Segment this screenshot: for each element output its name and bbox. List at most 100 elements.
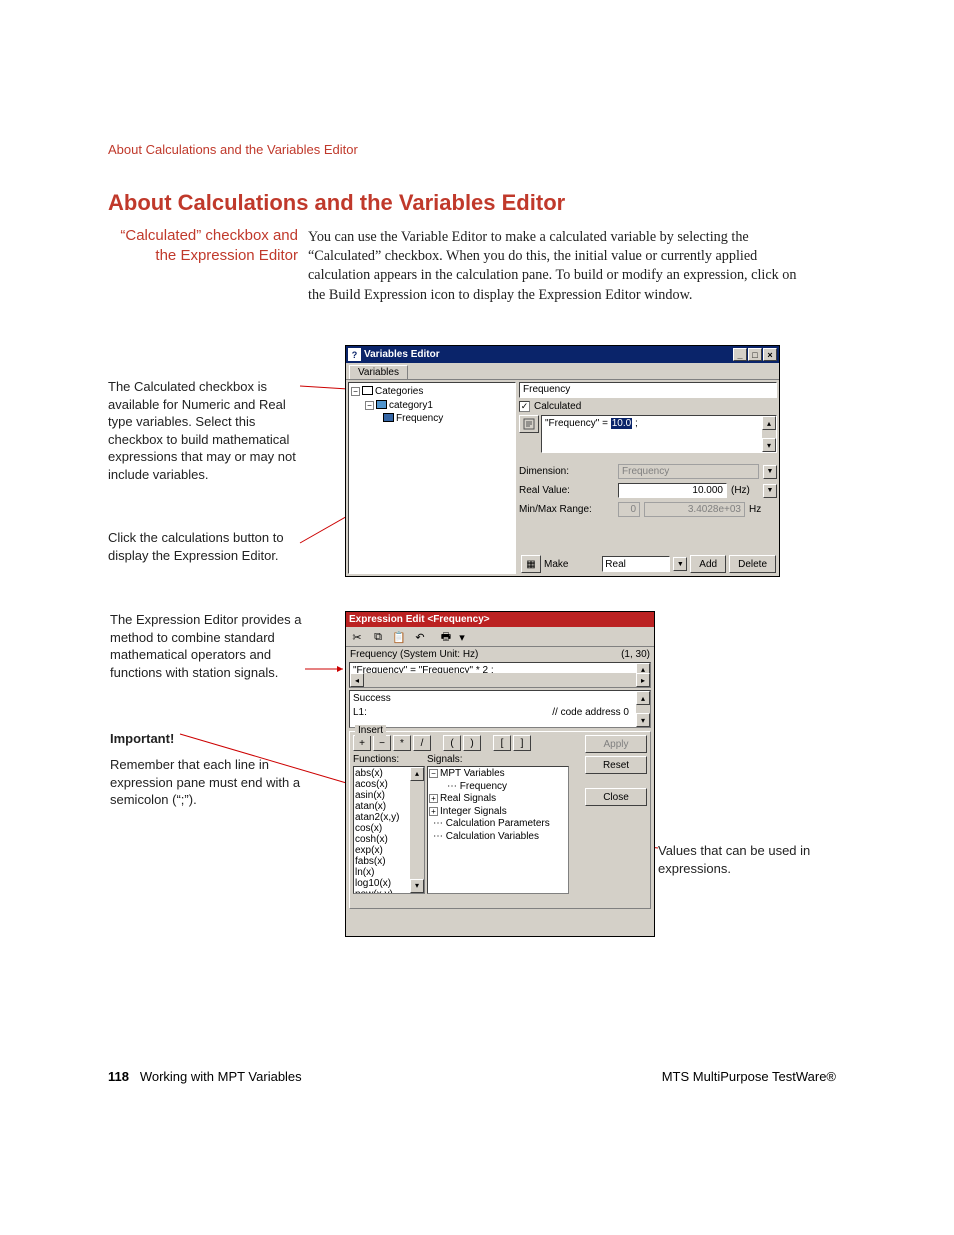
scroll-left-icon[interactable]: ◂ [350, 673, 364, 687]
signals-mpt-vars[interactable]: MPT Variables [440, 768, 505, 779]
range-label: Min/Max Range: [519, 504, 614, 515]
category-icon [376, 400, 387, 409]
paste-icon[interactable]: 📋 [389, 628, 409, 646]
insert-group: Insert + − * / ( ) [ ] Functions: Signal… [349, 731, 651, 909]
scroll-down-icon[interactable]: ▾ [636, 713, 650, 727]
functions-label: Functions: [353, 754, 427, 765]
tree-categories[interactable]: Categories [375, 386, 423, 397]
tree-category1[interactable]: category1 [389, 400, 433, 411]
maximize-button[interactable]: □ [748, 348, 762, 361]
annot-values: Values that can be used in expressions. [658, 842, 828, 877]
op-plus[interactable]: + [353, 735, 371, 751]
window-title: Variables Editor [364, 349, 440, 360]
expr-prefix: "Frequency" = [545, 418, 611, 429]
scroll-right-icon[interactable]: ▸ [636, 673, 650, 687]
make-label: Make [544, 559, 568, 570]
print-icon[interactable]: 🖶 [436, 628, 456, 646]
op-rbracket[interactable]: ] [513, 735, 531, 751]
dimension-value: Frequency [618, 464, 759, 479]
build-expression-button[interactable] [519, 415, 539, 433]
annot-expression-editor: The Expression Editor provides a method … [110, 611, 310, 681]
delete-button[interactable]: Delete [729, 555, 776, 573]
scroll-up-icon[interactable]: ▴ [636, 691, 650, 705]
toolbar: ✂ ⧉ 📋 ↶ 🖶 ▾ [346, 627, 654, 647]
header-path: About Calculations and the Variables Edi… [108, 142, 358, 157]
op-rparen[interactable]: ) [463, 735, 481, 751]
signals-label: Signals: [427, 754, 463, 765]
signals-calc-params[interactable]: Calculation Parameters [446, 818, 550, 829]
close-button[interactable]: × [763, 348, 777, 361]
scroll-up-icon[interactable]: ▴ [410, 767, 424, 781]
close-button[interactable]: Close [585, 788, 647, 806]
realvalue-unit: (Hz) [731, 485, 759, 496]
scroll-down-icon[interactable]: ▾ [762, 438, 776, 452]
name-input[interactable]: Frequency [519, 382, 777, 398]
range-unit: Hz [749, 504, 777, 515]
tree-frequency[interactable]: Frequency [396, 413, 443, 424]
info-right: (1, 30) [621, 649, 650, 660]
range-high: 3.4028e+03 [644, 502, 745, 517]
copy-icon[interactable]: ⧉ [368, 628, 388, 646]
type-select[interactable]: Real [602, 556, 670, 572]
unit-dropdown-icon[interactable]: ▼ [763, 484, 777, 498]
print-dropdown-icon[interactable]: ▾ [457, 628, 467, 646]
expand-icon[interactable]: + [429, 807, 438, 816]
tree-panel[interactable]: −Categories −category1 Frequency [348, 382, 516, 574]
status-pane: Success L1: // code address 0 ▴▾ [349, 690, 651, 728]
calculated-checkbox[interactable]: ✓ [519, 401, 530, 412]
op-minus[interactable]: − [373, 735, 391, 751]
collapse-icon[interactable]: − [351, 387, 360, 396]
expand-icon[interactable]: + [429, 794, 438, 803]
variable-icon [383, 413, 394, 422]
variables-editor-window: ? Variables Editor _ □ × Variables −Cate… [345, 345, 780, 577]
op-divide[interactable]: / [413, 735, 431, 751]
info-left: Frequency (System Unit: Hz) [350, 649, 478, 660]
apply-button[interactable]: Apply [585, 735, 647, 753]
dimension-label: Dimension: [519, 466, 614, 477]
type-dropdown-icon[interactable]: ▼ [673, 557, 687, 571]
page-title: About Calculations and the Variables Edi… [108, 190, 565, 216]
functions-list[interactable]: abs(x) acos(x) asin(x) atan(x) atan2(x,y… [353, 766, 425, 894]
signals-calc-vars[interactable]: Calculation Variables [446, 831, 539, 842]
scroll-up-icon[interactable]: ▴ [762, 416, 776, 430]
add-button[interactable]: Add [690, 555, 726, 573]
realvalue-label: Real Value: [519, 485, 614, 496]
folder-icon [362, 386, 373, 395]
minimize-button[interactable]: _ [733, 348, 747, 361]
insert-label: Insert [355, 725, 386, 736]
annot-calc-button: Click the calculations button to display… [108, 529, 318, 564]
tab-variables[interactable]: Variables [349, 365, 408, 379]
signals-real[interactable]: Real Signals [440, 793, 496, 804]
expr-titlebar[interactable]: Expression Edit <Frequency> [346, 612, 654, 627]
cut-icon[interactable]: ✂ [347, 628, 367, 646]
calculated-label: Calculated [534, 401, 581, 412]
make-icon-button[interactable]: ▦ [521, 555, 541, 573]
scroll-down-icon[interactable]: ▾ [410, 879, 424, 893]
op-lparen[interactable]: ( [443, 735, 461, 751]
status-line-num: L1: [353, 707, 367, 718]
annot-semicolon: Remember that each line in expression pa… [110, 756, 310, 809]
expression-pane[interactable]: "Frequency" = "Frequency" * 2 ; ▴▾ ◂▸ [349, 662, 651, 688]
calculation-pane[interactable]: "Frequency" = 10.0 ; ▴▾ [541, 415, 777, 453]
expr-value: 10.0 [611, 418, 632, 429]
dimension-dropdown-icon[interactable]: ▼ [763, 465, 777, 479]
undo-icon[interactable]: ↶ [410, 628, 430, 646]
type-value: Real [605, 559, 626, 570]
realvalue-input[interactable]: 10.000 [618, 483, 727, 498]
subhead: “Calculated” checkbox and the Expression… [108, 226, 298, 265]
collapse-icon[interactable]: − [429, 769, 438, 778]
footer-right: MTS MultiPurpose TestWare® [662, 1069, 836, 1084]
status-success: Success [353, 693, 647, 704]
important-label: Important! [110, 730, 174, 748]
titlebar[interactable]: ? Variables Editor _ □ × [346, 346, 779, 363]
op-multiply[interactable]: * [393, 735, 411, 751]
signals-tree[interactable]: −MPT Variables ⋯ Frequency +Real Signals… [427, 766, 569, 894]
signals-frequency[interactable]: Frequency [460, 781, 507, 792]
body-paragraph: You can use the Variable Editor to make … [308, 228, 814, 305]
collapse-icon[interactable]: − [365, 401, 374, 410]
reset-button[interactable]: Reset [585, 756, 647, 774]
op-lbracket[interactable]: [ [493, 735, 511, 751]
expression-editor-window: Expression Edit <Frequency> ✂ ⧉ 📋 ↶ 🖶 ▾ … [345, 611, 655, 937]
section-name: Working with MPT Variables [140, 1069, 302, 1084]
signals-integer[interactable]: Integer Signals [440, 806, 507, 817]
